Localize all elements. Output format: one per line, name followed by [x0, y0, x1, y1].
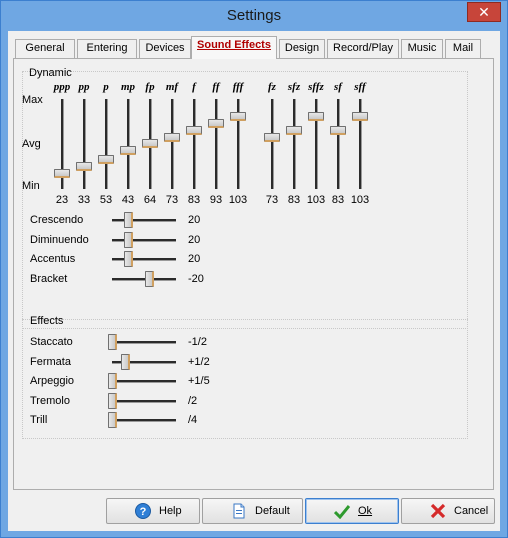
dynamic-h-slider-thumb[interactable] [145, 270, 155, 287]
dynamic-slider-thumb[interactable] [352, 112, 368, 122]
effects-h-slider-thumb[interactable] [108, 392, 117, 409]
effects-h-slider-label: Trill [30, 414, 48, 426]
help-icon: ? [135, 503, 151, 519]
dynamic-slider-value: 103 [350, 194, 370, 206]
document-icon [233, 503, 245, 519]
dynamic-h-slider-track[interactable] [112, 277, 176, 281]
dynamic-slider-thumb[interactable] [186, 125, 202, 135]
dynamic-slider-track[interactable] [105, 99, 108, 189]
dynamic-mark-label: sff [354, 81, 366, 93]
dynamic-slider-track[interactable] [171, 99, 174, 189]
cancel-x-icon [430, 503, 446, 519]
axis-min-label: Min [22, 180, 40, 192]
ok-button-label: Ok [358, 505, 373, 517]
cancel-button[interactable]: Cancel [401, 498, 495, 524]
dynamic-slider-thumb[interactable] [230, 112, 246, 122]
tab-entering[interactable]: Entering [77, 39, 137, 58]
dynamic-slider-thumb[interactable] [286, 125, 302, 135]
dynamic-slider-thumb[interactable] [264, 132, 280, 142]
checkmark-icon [334, 505, 350, 519]
effects-h-slider-label: Arpeggio [30, 375, 75, 387]
dynamic-h-slider-label: Accentus [30, 253, 76, 265]
window-title: Settings [226, 7, 282, 24]
effects-h-slider-track[interactable] [112, 399, 176, 403]
dynamic-h-slider-value: 20 [188, 214, 201, 226]
effects-h-slider-thumb[interactable] [108, 412, 117, 428]
effects-h-slider-thumb[interactable] [108, 334, 117, 350]
svg-text:?: ? [140, 506, 147, 518]
dynamic-h-slider-label: Diminuendo [30, 233, 89, 246]
effects-h-slider-track[interactable] [112, 341, 176, 344]
dynamic-slider-thumb[interactable] [98, 155, 114, 165]
tab-record-play[interactable]: Record/Play [327, 39, 399, 58]
tab-music[interactable]: Music [401, 39, 443, 58]
dynamic-h-slider-track[interactable] [112, 238, 176, 242]
dynamic-h-slider-label: Bracket [30, 272, 68, 285]
effects-h-slider-label: Tremolo [30, 394, 70, 407]
effects-h-slider-value: -1/2 [188, 336, 207, 348]
dynamic-mark-label: fff [232, 81, 244, 93]
dialog-client: General Entering Devices Sound Effects D… [8, 31, 500, 531]
dynamic-slider-thumb[interactable] [330, 125, 346, 135]
tab-mail[interactable]: Mail [445, 39, 481, 58]
dynamic-h-slider-value: 20 [188, 253, 201, 265]
dynamic-h-slider-thumb[interactable] [124, 231, 133, 248]
help-button-label: Help [159, 505, 182, 517]
dynamic-slider-track[interactable] [293, 99, 296, 189]
dynamic-slider-thumb[interactable] [54, 168, 70, 178]
dynamic-slider-thumb[interactable] [142, 139, 158, 149]
tab-sound-effects[interactable]: Sound Effects [191, 36, 277, 59]
tab-design[interactable]: Design [279, 39, 325, 58]
effects-h-slider-thumb[interactable] [108, 373, 117, 389]
dynamic-h-slider-thumb[interactable] [124, 251, 133, 267]
default-button-label: Default [255, 505, 290, 517]
dynamic-slider-track[interactable] [127, 99, 130, 189]
dynamic-h-slider-value: -20 [188, 272, 204, 285]
dynamic-h-slider-thumb[interactable] [124, 212, 133, 228]
default-button[interactable]: Default [202, 498, 303, 524]
effects-h-slider-track[interactable] [112, 380, 176, 383]
tab-general[interactable]: General [15, 39, 75, 58]
title-bar[interactable]: Settings ✕ [1, 1, 507, 31]
dynamic-h-slider-label: Crescendo [30, 214, 84, 226]
sound-effects-panel: Dynamic Max Avg Min ppp 23 pp 33 p 53 mp 43 fp 64… [13, 58, 494, 490]
effects-h-slider-value: /4 [188, 414, 198, 426]
dynamic-group-label: Dynamic [29, 67, 72, 79]
dynamic-slider-track[interactable] [193, 99, 196, 189]
dynamic-slider-track[interactable] [337, 99, 340, 189]
effects-h-slider-value: +1/5 [188, 375, 210, 387]
dynamic-h-slider-track[interactable] [112, 219, 176, 222]
dynamic-slider-thumb[interactable] [208, 119, 224, 129]
effects-h-slider-label: Fermata [30, 355, 71, 368]
effects-h-slider-value: /2 [188, 394, 198, 407]
help-button[interactable]: ? Help [106, 498, 200, 524]
effects-h-slider-value: +1/2 [188, 355, 210, 368]
dynamic-slider-track[interactable] [215, 99, 218, 189]
dynamic-slider-thumb[interactable] [76, 161, 92, 171]
dynamic-h-slider-value: 20 [188, 233, 201, 246]
dynamic-slider-thumb[interactable] [120, 146, 136, 156]
effects-h-slider-thumb[interactable] [120, 353, 130, 370]
dynamic-slider-thumb[interactable] [164, 132, 180, 142]
dynamic-slider-thumb[interactable] [308, 112, 324, 122]
dynamic-slider-track[interactable] [271, 99, 274, 189]
effects-group [22, 319, 468, 439]
close-button[interactable]: ✕ [467, 2, 501, 22]
tab-devices[interactable]: Devices [139, 39, 191, 58]
effects-h-slider-track[interactable] [112, 419, 176, 422]
dynamic-h-slider-track[interactable] [112, 258, 176, 261]
effects-h-slider-label: Staccato [30, 336, 73, 348]
settings-window: Settings ✕ General Entering Devices Soun… [0, 0, 508, 538]
axis-max-label: Max [22, 94, 43, 106]
effects-group-label: Effects [30, 315, 64, 327]
axis-avg-label: Avg [22, 138, 41, 150]
cancel-button-label: Cancel [454, 505, 489, 517]
dynamic-slider-value: 103 [228, 194, 248, 206]
ok-button[interactable]: Ok [305, 498, 399, 524]
dynamic-slider-track[interactable] [83, 99, 86, 189]
